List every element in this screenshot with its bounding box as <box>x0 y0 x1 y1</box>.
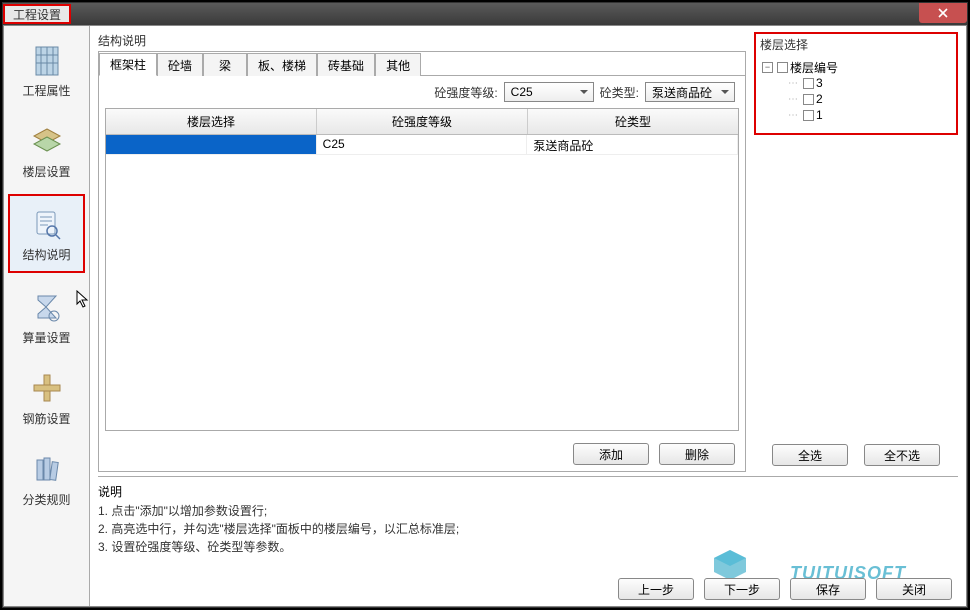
type-combo[interactable]: 泵送商品砼 <box>645 82 735 102</box>
cell-floor[interactable] <box>106 135 317 155</box>
strength-combo[interactable]: C25 <box>504 82 594 102</box>
sidebar-item-structure-desc[interactable]: 结构说明 <box>8 194 85 273</box>
sidebar-item-label: 钢筋设置 <box>22 410 70 427</box>
tab-slab-stair[interactable]: 板、楼梯 <box>247 53 317 76</box>
dialog-window: 工程设置 工程属性 楼层设置 结构说明 <box>2 2 968 608</box>
col-type[interactable]: 砼类型 <box>528 109 738 134</box>
prev-button[interactable]: 上一步 <box>618 578 694 600</box>
layers-icon <box>29 123 65 159</box>
floor-select-buttons: 全选 全不选 <box>754 434 958 472</box>
structure-group-label: 结构说明 <box>98 32 746 49</box>
main-area: 结构说明 框架柱 砼墙 梁 板、楼梯 砖基础 其他 砼强度等级: C25 <box>90 26 966 606</box>
document-search-icon <box>29 206 65 242</box>
sidebar-item-label: 结构说明 <box>22 246 70 263</box>
tree-connector-icon: ⋯ <box>788 78 797 89</box>
dialog-body: 工程属性 楼层设置 结构说明 算量设置 <box>3 25 967 607</box>
sidebar-item-label: 算量设置 <box>22 329 70 346</box>
tree-item-label: 2 <box>816 92 823 106</box>
building-icon <box>29 42 65 78</box>
save-button[interactable]: 保存 <box>790 578 866 600</box>
tree-collapse-icon[interactable]: − <box>762 62 773 73</box>
tree-item-label: 1 <box>816 108 823 122</box>
description-line: 2. 高亮选中行，并勾选"楼层选择"面板中的楼层编号，以汇总标准层; <box>98 520 958 538</box>
sidebar-item-floor-settings[interactable]: 楼层设置 <box>8 113 85 188</box>
delete-button[interactable]: 删除 <box>659 443 735 465</box>
description-title: 说明 <box>98 483 958 500</box>
tree-item-label: 3 <box>816 76 823 90</box>
floor-tree: − 楼层编号 ⋯ 3 ⋯ <box>760 55 952 127</box>
sigma-icon <box>29 289 65 325</box>
sidebar-item-project-properties[interactable]: 工程属性 <box>8 32 85 107</box>
select-none-button[interactable]: 全不选 <box>864 444 940 466</box>
filter-row: 砼强度等级: C25 砼类型: 泵送商品砼 <box>99 76 745 108</box>
sidebar-item-label: 分类规则 <box>22 491 70 508</box>
structure-grid: 楼层选择 砼强度等级 砼类型 C25 泵送商品砼 <box>105 108 739 431</box>
titlebar: 工程设置 <box>3 3 967 25</box>
tab-brick-foundation[interactable]: 砖基础 <box>317 53 375 76</box>
window-title: 工程设置 <box>3 4 71 24</box>
close-button[interactable]: 关闭 <box>876 578 952 600</box>
grid-buttons: 添加 删除 <box>99 437 745 471</box>
floor-select-box: 楼层选择 − 楼层编号 ⋯ 3 <box>754 32 958 135</box>
sidebar-item-rebar-settings[interactable]: 钢筋设置 <box>8 360 85 435</box>
tab-concrete-wall[interactable]: 砼墙 <box>157 53 203 76</box>
tree-checkbox[interactable] <box>777 62 788 73</box>
select-all-button[interactable]: 全选 <box>772 444 848 466</box>
books-icon <box>29 451 65 487</box>
structure-tabs: 框架柱 砼墙 梁 板、楼梯 砖基础 其他 <box>99 52 745 76</box>
tree-checkbox[interactable] <box>803 94 814 105</box>
next-button[interactable]: 下一步 <box>704 578 780 600</box>
col-floor[interactable]: 楼层选择 <box>106 109 317 134</box>
tree-root-label: 楼层编号 <box>790 59 838 76</box>
tree-item[interactable]: ⋯ 2 <box>762 91 950 107</box>
structure-group: 框架柱 砼墙 梁 板、楼梯 砖基础 其他 砼强度等级: C25 砼类型: 泵送商… <box>98 51 746 472</box>
tab-beam[interactable]: 梁 <box>203 53 247 76</box>
sidebar-item-label: 楼层设置 <box>22 163 70 180</box>
table-row[interactable]: C25 泵送商品砼 <box>106 135 738 155</box>
tab-frame-column[interactable]: 框架柱 <box>99 53 157 76</box>
floor-select-pane: 楼层选择 − 楼层编号 ⋯ 3 <box>754 26 966 472</box>
tree-item[interactable]: ⋯ 3 <box>762 75 950 91</box>
strength-label: 砼强度等级: <box>434 84 497 101</box>
tree-checkbox[interactable] <box>803 78 814 89</box>
structure-pane: 结构说明 框架柱 砼墙 梁 板、楼梯 砖基础 其他 砼强度等级: C25 <box>90 26 754 472</box>
sidebar: 工程属性 楼层设置 结构说明 算量设置 <box>4 26 90 606</box>
sidebar-item-label: 工程属性 <box>22 82 70 99</box>
description-line: 1. 点击"添加"以增加参数设置行; <box>98 502 958 520</box>
dialog-footer: 上一步 下一步 保存 关闭 <box>618 578 952 600</box>
add-button[interactable]: 添加 <box>573 443 649 465</box>
tree-connector-icon: ⋯ <box>788 110 797 121</box>
grid-body[interactable]: C25 泵送商品砼 <box>106 135 738 430</box>
close-icon <box>938 8 948 18</box>
tree-item[interactable]: ⋯ 1 <box>762 107 950 123</box>
grid-header: 楼层选择 砼强度等级 砼类型 <box>106 109 738 135</box>
floor-select-title: 楼层选择 <box>760 36 952 53</box>
tab-other[interactable]: 其他 <box>375 53 421 76</box>
close-button[interactable] <box>919 3 967 23</box>
content-row: 结构说明 框架柱 砼墙 梁 板、楼梯 砖基础 其他 砼强度等级: C25 <box>90 26 966 472</box>
cell-strength[interactable]: C25 <box>317 135 528 155</box>
tree-root[interactable]: − 楼层编号 <box>762 59 950 75</box>
sidebar-item-quantity-settings[interactable]: 算量设置 <box>8 279 85 354</box>
col-strength[interactable]: 砼强度等级 <box>317 109 528 134</box>
tree-checkbox[interactable] <box>803 110 814 121</box>
description-line: 3. 设置砼强度等级、砼类型等参数。 <box>98 538 958 556</box>
sidebar-item-classification-rules[interactable]: 分类规则 <box>8 441 85 516</box>
description-panel: 说明 1. 点击"添加"以增加参数设置行; 2. 高亮选中行，并勾选"楼层选择"… <box>98 476 958 562</box>
type-label: 砼类型: <box>600 84 639 101</box>
cell-type[interactable]: 泵送商品砼 <box>527 135 738 155</box>
tree-connector-icon: ⋯ <box>788 94 797 105</box>
rebar-icon <box>29 370 65 406</box>
